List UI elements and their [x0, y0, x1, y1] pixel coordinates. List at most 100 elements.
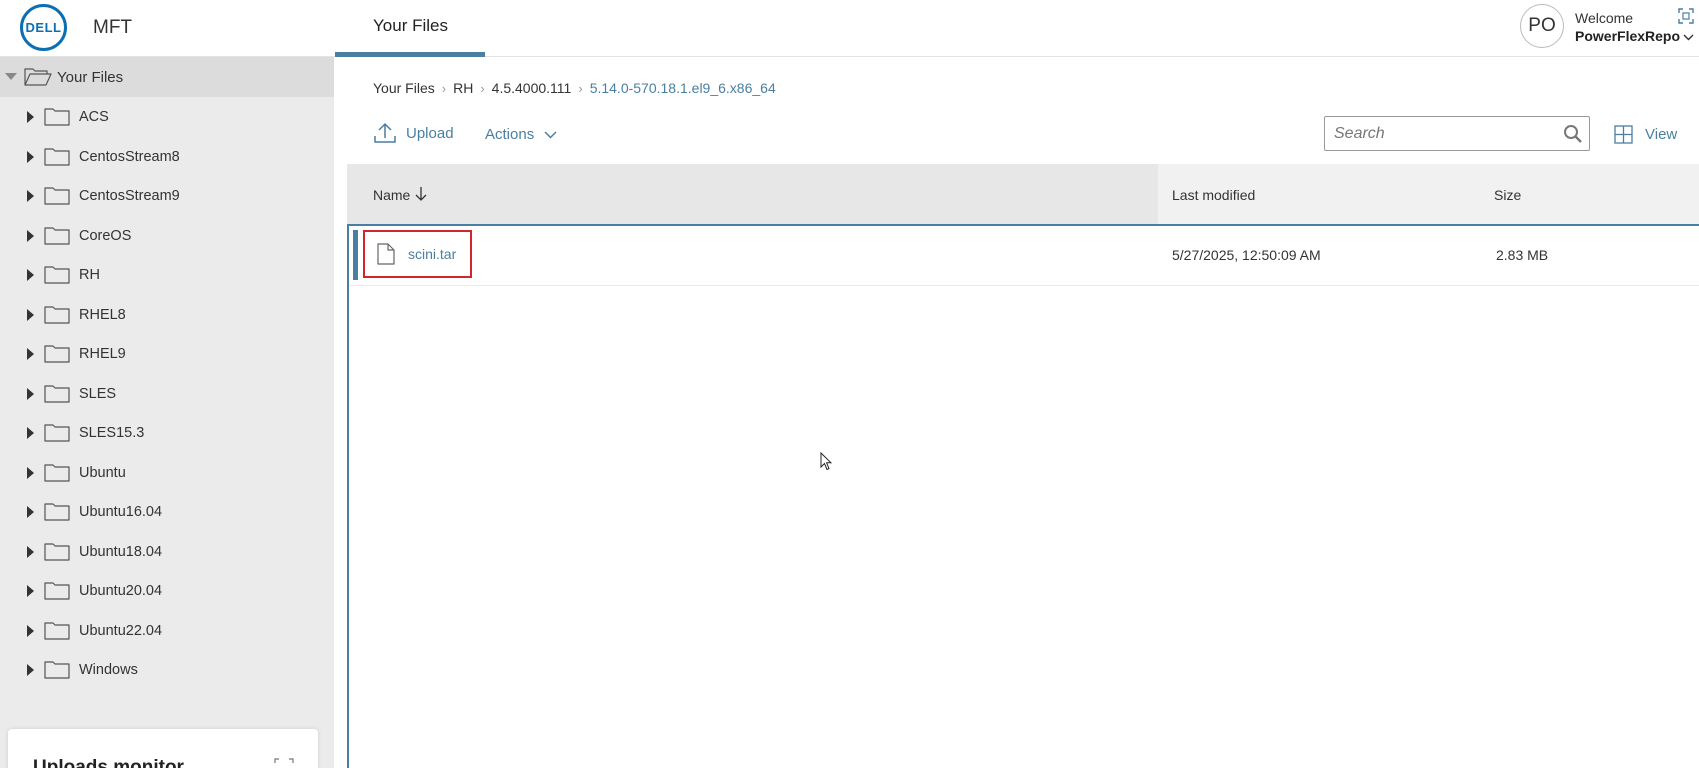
caret-right-icon[interactable] [27, 546, 34, 558]
sidebar-item-acs[interactable]: ACS [0, 97, 334, 136]
view-button[interactable]: View [1614, 125, 1677, 144]
column-header-name[interactable]: Name [347, 164, 1158, 225]
table-row[interactable]: scini.tar 5/27/2025, 12:50:09 AM 2.83 MB [349, 226, 1699, 286]
folder-icon [44, 148, 70, 166]
row-selection-marker [353, 230, 358, 280]
breadcrumb-item-your-files[interactable]: Your Files [373, 80, 435, 96]
folder-icon [44, 385, 70, 403]
breadcrumb-item-version[interactable]: 4.5.4000.111 [492, 80, 572, 96]
sidebar-item-label: CentosStream9 [79, 188, 180, 204]
column-name-label: Name [373, 187, 411, 203]
sidebar-item-ubuntu22-04[interactable]: Ubuntu22.04 [0, 611, 334, 650]
caret-right-icon[interactable] [27, 190, 34, 202]
folder-icon [44, 503, 70, 521]
caret-right-icon[interactable] [27, 269, 34, 281]
breadcrumb-current: 5.14.0-570.18.1.el9_6.x86_64 [589, 80, 776, 96]
caret-right-icon[interactable] [27, 388, 34, 400]
upload-label: Upload [406, 124, 454, 142]
tab-your-files-label: Your Files [373, 16, 448, 35]
uploads-monitor-title: Uploads monitor [33, 757, 184, 768]
folder-icon [44, 108, 70, 126]
sidebar-item-coreos[interactable]: CoreOS [0, 216, 334, 255]
sidebar-item-rh[interactable]: RH [0, 255, 334, 294]
file-name-link[interactable]: scini.tar [408, 246, 456, 262]
dell-logo[interactable]: DELL [20, 4, 67, 51]
chevron-right-icon: › [480, 80, 485, 96]
sidebar-item-ubuntu18-04[interactable]: Ubuntu18.04 [0, 532, 334, 571]
app-header: DELL MFT Your Files PO Welcome PowerFlex… [0, 0, 1699, 57]
folder-icon [44, 424, 70, 442]
sidebar-item-centosstream9[interactable]: CentosStream9 [0, 176, 334, 215]
actions-dropdown[interactable]: Actions [485, 126, 557, 143]
caret-right-icon[interactable] [27, 230, 34, 242]
chevron-down-icon[interactable] [1683, 30, 1694, 44]
sidebar-item-label: ACS [79, 109, 109, 125]
sidebar-item-label: SLES [79, 386, 117, 402]
folder-icon [44, 543, 70, 561]
caret-right-icon[interactable] [27, 309, 34, 321]
screenshot-icon[interactable] [1678, 8, 1694, 24]
caret-right-icon[interactable] [27, 348, 34, 360]
view-label: View [1645, 126, 1678, 143]
welcome-text: Welcome [1575, 10, 1634, 26]
sidebar-item-ubuntu20-04[interactable]: Ubuntu20.04 [0, 571, 334, 610]
tree-root-label: Your Files [57, 69, 124, 86]
column-header-last-modified[interactable]: Last modified [1158, 164, 1488, 225]
mouse-cursor-icon [820, 452, 832, 471]
sidebar-item-label: Windows [79, 662, 138, 678]
sidebar-item-label: Ubuntu16.04 [79, 504, 163, 520]
chevron-down-icon [544, 130, 557, 139]
sidebar-item-rhel9[interactable]: RHEL9 [0, 334, 334, 373]
folder-icon [44, 227, 70, 245]
file-name-cell[interactable]: scini.tar [363, 230, 472, 278]
search-icon[interactable] [1563, 124, 1583, 144]
sidebar-item-sles15-3[interactable]: SLES15.3 [0, 413, 334, 452]
caret-right-icon[interactable] [27, 506, 34, 518]
caret-right-icon[interactable] [27, 467, 34, 479]
sort-descending-icon[interactable] [415, 186, 427, 202]
user-avatar[interactable]: PO [1520, 4, 1564, 48]
folder-open-icon [24, 68, 52, 86]
logo-text: DELL [25, 20, 62, 35]
app-name: MFT [93, 17, 133, 38]
tree-root-your-files[interactable]: Your Files [0, 57, 334, 97]
sidebar-item-label: RHEL8 [79, 307, 126, 323]
tab-your-files[interactable]: Your Files [335, 0, 485, 57]
folder-icon [44, 622, 70, 640]
sidebar-item-label: Ubuntu [79, 465, 126, 481]
sidebar-item-windows[interactable]: Windows [0, 650, 334, 689]
caret-down-icon[interactable] [5, 73, 17, 80]
folder-tree-sidebar: Your Files ACS CentosStream8 CentosStrea… [0, 57, 334, 768]
caret-right-icon[interactable] [27, 111, 34, 123]
upload-button[interactable]: Upload [373, 122, 454, 144]
file-icon [377, 243, 395, 265]
sidebar-item-label: SLES15.3 [79, 425, 145, 441]
search-input[interactable] [1326, 118, 1556, 149]
sidebar-item-centosstream8[interactable]: CentosStream8 [0, 137, 334, 176]
sidebar-item-label: RHEL9 [79, 346, 126, 362]
sidebar-item-label: Ubuntu20.04 [79, 583, 163, 599]
sidebar-item-sles[interactable]: SLES [0, 374, 334, 413]
username[interactable]: PowerFlexRepo [1575, 28, 1680, 44]
sidebar-item-ubuntu[interactable]: Ubuntu [0, 453, 334, 492]
uploads-monitor-panel[interactable]: Uploads monitor [8, 729, 318, 768]
caret-right-icon[interactable] [27, 625, 34, 637]
sidebar-item-rhel8[interactable]: RHEL8 [0, 295, 334, 334]
folder-icon [44, 266, 70, 284]
breadcrumb-item-rh[interactable]: RH [453, 80, 473, 96]
caret-right-icon[interactable] [27, 427, 34, 439]
sidebar-item-label: CoreOS [79, 228, 132, 244]
caret-right-icon[interactable] [27, 664, 34, 676]
search-box [1324, 116, 1590, 151]
folder-icon [44, 582, 70, 600]
file-table-header: Name Last modified Size [347, 164, 1699, 225]
folder-icon [44, 187, 70, 205]
caret-right-icon[interactable] [27, 151, 34, 163]
expand-icon[interactable] [274, 758, 294, 768]
column-header-size[interactable]: Size [1488, 164, 1699, 225]
breadcrumb: Your Files › RH › 4.5.4000.111 › 5.14.0-… [373, 80, 776, 96]
caret-right-icon[interactable] [27, 585, 34, 597]
sidebar-item-ubuntu16-04[interactable]: Ubuntu16.04 [0, 492, 334, 531]
chevron-right-icon: › [441, 80, 447, 96]
column-modified-label: Last modified [1172, 187, 1256, 203]
